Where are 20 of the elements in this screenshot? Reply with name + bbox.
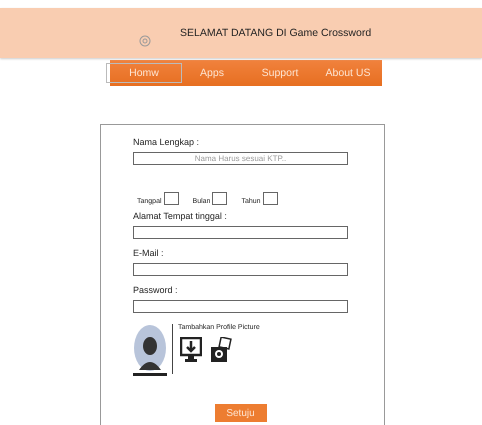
field-label: Password :: [133, 285, 179, 295]
camera-icon[interactable]: [210, 337, 232, 363]
nav-link[interactable]: Apps: [178, 67, 246, 79]
field-label: Nama Lengkap :: [133, 137, 200, 147]
input-field[interactable]: [262, 192, 278, 205]
submit-button[interactable]: Setuju: [214, 404, 266, 422]
input-field[interactable]: [212, 192, 228, 205]
field-label: Alamat Tempat tinggal :: [133, 211, 228, 221]
input-field[interactable]: [133, 226, 348, 239]
nav-link[interactable]: Support: [246, 67, 314, 79]
monitor-upload-icon[interactable]: [180, 337, 202, 363]
avatar-silhouette-icon: [133, 324, 167, 378]
header-title: SELAMAT DATANG DI Game Crossword: [180, 27, 372, 39]
field-label: E-Mail :: [133, 248, 165, 258]
nav-link[interactable]: About US: [314, 67, 382, 79]
input-field[interactable]: [164, 192, 179, 205]
input-field[interactable]: [133, 263, 348, 276]
input-field[interactable]: [133, 300, 348, 313]
input-field[interactable]: Nama Harus sesuai KTP..: [133, 152, 348, 165]
rotate-handle-icon: [139, 35, 151, 47]
